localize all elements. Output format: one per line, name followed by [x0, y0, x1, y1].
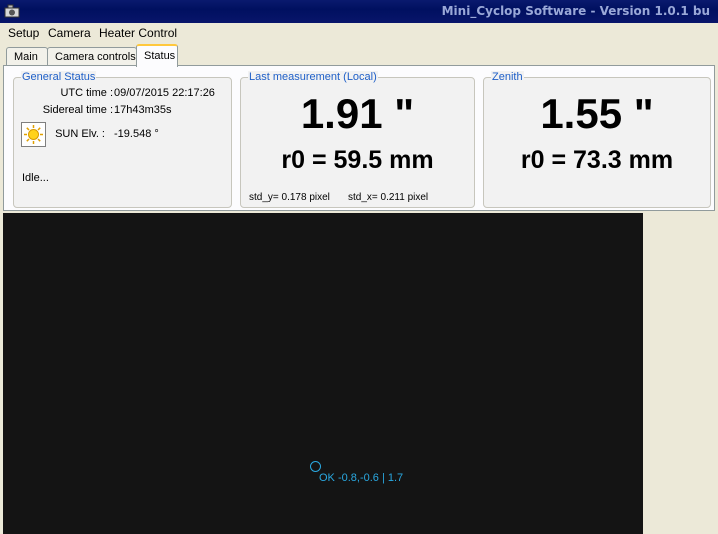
star-status-label: OK -0.8,-0.6 | 1.7 — [319, 472, 404, 484]
general-status-group: General Status UTC time : 09/07/2015 22:… — [13, 71, 232, 208]
local-r0-value: r0 = 59.5 mm — [281, 146, 434, 174]
tab-camera-controls[interactable]: Camera controls — [47, 47, 137, 66]
last-measurement-group: Last measurement (Local) 1.91 " r0 = 59.… — [240, 71, 475, 208]
menu-camera[interactable]: Camera — [48, 26, 91, 40]
viewport-side-area — [643, 213, 718, 534]
std-y-value: std_y= 0.178 pixel — [249, 192, 330, 203]
zenith-seeing-value: 1.55 " — [540, 90, 654, 137]
window-title: Mini_Cyclop Software - Version 1.0.1 bu — [441, 4, 710, 18]
star-marker-icon — [310, 461, 321, 472]
menu-setup[interactable]: Setup — [8, 26, 39, 40]
menu-heater-control[interactable]: Heater Control — [99, 26, 177, 40]
last-measurement-label: Last measurement (Local) — [248, 71, 378, 83]
zenith-group: Zenith 1.55 " r0 = 73.3 mm — [483, 71, 711, 208]
camera-image-view[interactable]: OK -0.8,-0.6 | 1.7 — [3, 213, 643, 534]
tab-status[interactable]: Status — [136, 44, 178, 67]
tab-main[interactable]: Main — [6, 47, 48, 66]
sun-indicator — [21, 122, 46, 147]
menu-bar: Setup Camera Heater Control — [0, 23, 718, 44]
sidereal-time-label: Sidereal time : — [42, 104, 113, 116]
local-seeing-value: 1.91 " — [300, 90, 415, 137]
title-bar: Mini_Cyclop Software - Version 1.0.1 bu — [0, 0, 718, 23]
general-status-label: General Status — [21, 71, 97, 83]
status-panel: General Status UTC time : 09/07/2015 22:… — [3, 65, 715, 211]
camera-icon[interactable] — [4, 4, 20, 18]
tab-strip: Main Camera controls Status — [0, 44, 718, 67]
zenith-label: Zenith — [491, 71, 524, 83]
sun-elevation-label: SUN Elv. : — [55, 128, 105, 140]
utc-time-label: UTC time : — [60, 87, 113, 99]
sidereal-time-value: 17h43m35s — [114, 104, 172, 116]
zenith-r0-value: r0 = 73.3 mm — [520, 146, 674, 174]
std-x-value: std_x= 0.211 pixel — [348, 192, 429, 203]
status-text: Idle... — [22, 172, 49, 184]
sun-icon — [24, 125, 43, 144]
utc-time-value: 09/07/2015 22:17:26 — [114, 87, 215, 99]
sun-elevation-value: -19.548 ° — [114, 128, 159, 140]
